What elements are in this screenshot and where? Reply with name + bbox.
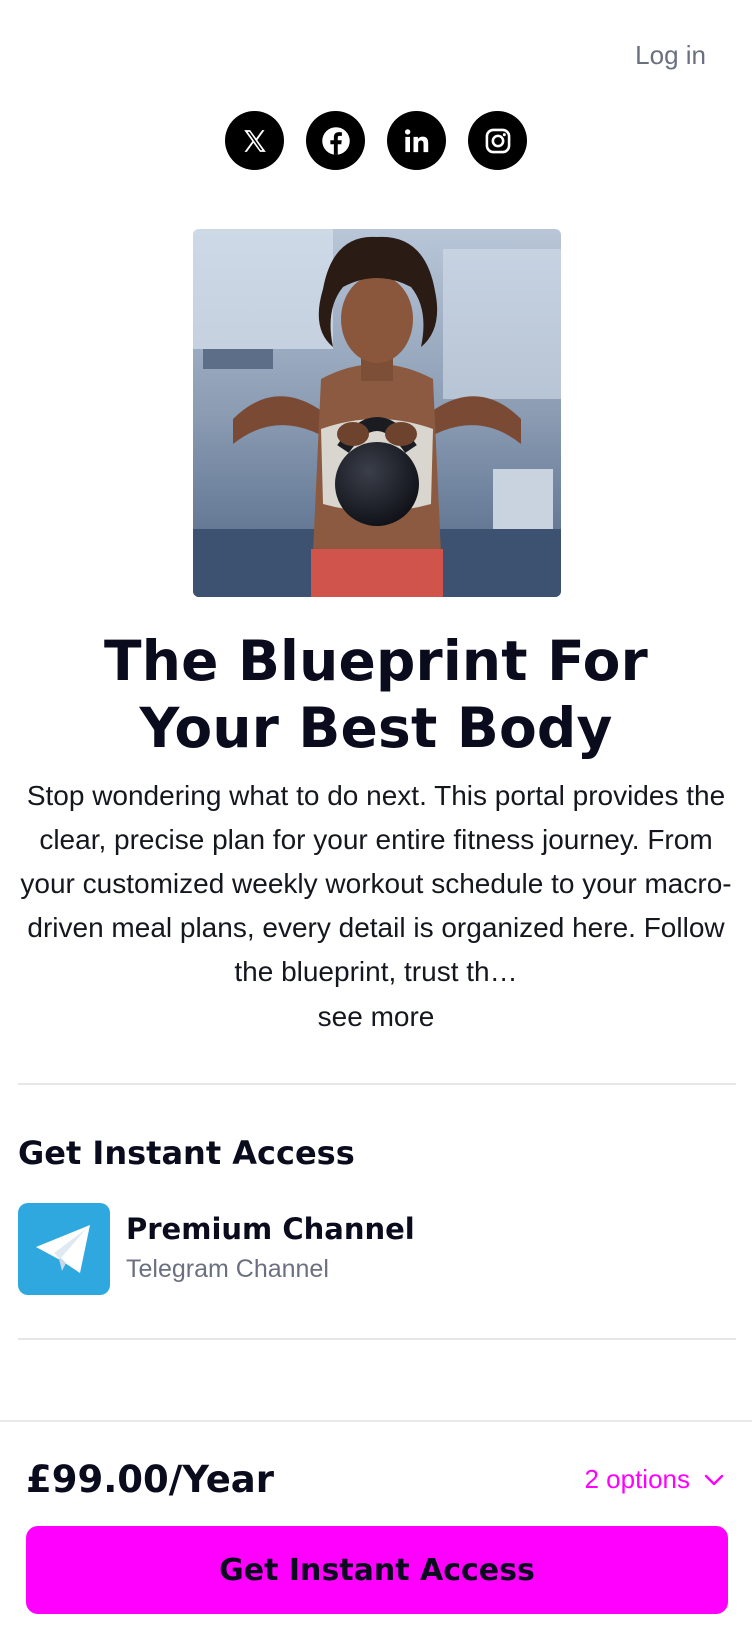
telegram-icon bbox=[36, 1225, 90, 1273]
facebook-link[interactable] bbox=[306, 111, 365, 170]
get-access-button[interactable]: Get Instant Access bbox=[26, 1526, 728, 1614]
telegram-icon-tile bbox=[18, 1203, 110, 1295]
access-item[interactable]: Premium Channel Telegram Channel bbox=[18, 1203, 415, 1295]
access-item-text: Premium Channel Telegram Channel bbox=[126, 1211, 415, 1287]
product-page: Log in The Blueprint For Your Best Body … bbox=[0, 0, 752, 1638]
x-icon bbox=[243, 129, 266, 152]
login-link[interactable]: Log in bbox=[635, 40, 706, 71]
x-link[interactable] bbox=[225, 111, 284, 170]
hero-image bbox=[193, 229, 561, 597]
linkedin-link[interactable] bbox=[387, 111, 446, 170]
options-dropdown[interactable]: 2 options bbox=[584, 1464, 724, 1495]
divider bbox=[18, 1338, 736, 1340]
social-links bbox=[0, 111, 752, 170]
instagram-icon bbox=[485, 128, 510, 153]
checkout-footer: £99.00/Year 2 options Get Instant Access bbox=[0, 1420, 752, 1638]
instagram-link[interactable] bbox=[468, 111, 527, 170]
product-description: Stop wondering what to do next. This por… bbox=[20, 780, 732, 987]
linkedin-icon bbox=[404, 128, 428, 152]
facebook-icon bbox=[321, 126, 350, 155]
options-label: 2 options bbox=[584, 1464, 690, 1494]
chevron-down-icon bbox=[704, 1474, 724, 1485]
see-more-link[interactable]: see more bbox=[0, 1000, 752, 1034]
woman-kettlebell-photo bbox=[193, 229, 561, 597]
access-item-name: Premium Channel bbox=[126, 1212, 415, 1246]
access-heading: Get Instant Access bbox=[18, 1134, 355, 1172]
divider bbox=[18, 1083, 736, 1085]
access-item-type: Telegram Channel bbox=[126, 1255, 329, 1283]
page-title: The Blueprint For Your Best Body bbox=[104, 629, 648, 760]
price-label: £99.00/Year bbox=[26, 1458, 274, 1501]
